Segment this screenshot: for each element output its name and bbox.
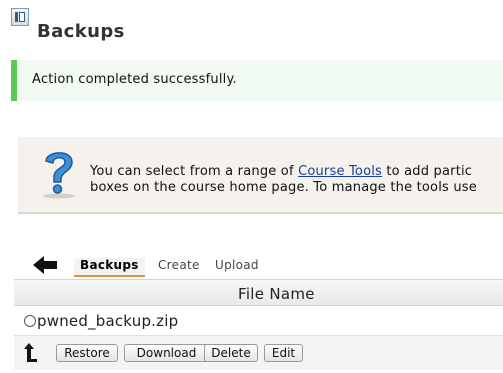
success-message: Action completed successfully. bbox=[32, 72, 237, 87]
info-text-prefix: You can select from a range of bbox=[90, 164, 299, 179]
back-arrow-icon[interactable] bbox=[32, 255, 58, 275]
row-select-radio[interactable] bbox=[24, 315, 36, 327]
sidebar-toggle-right-panel bbox=[19, 12, 25, 22]
tab-backups[interactable]: Backups bbox=[74, 258, 145, 277]
info-box: You can select from a range of Course To… bbox=[18, 137, 503, 214]
up-arrow-icon bbox=[24, 343, 37, 362]
success-notification: Action completed successfully. bbox=[11, 60, 503, 101]
download-button[interactable]: Download bbox=[124, 344, 209, 362]
restore-button[interactable]: Restore bbox=[56, 344, 118, 362]
edit-button[interactable]: Edit bbox=[264, 344, 303, 362]
question-mark-icon bbox=[43, 152, 75, 199]
info-text-suffix: to add partic bbox=[382, 164, 473, 179]
info-text-line-1: You can select from a range of Course To… bbox=[90, 164, 472, 179]
delete-button[interactable]: Delete bbox=[204, 344, 258, 362]
tab-create[interactable]: Create bbox=[152, 258, 206, 277]
info-text-line-2: boxes on the course home page. To manage… bbox=[90, 180, 477, 195]
tab-upload[interactable]: Upload bbox=[209, 258, 265, 277]
sidebar-toggle-left-bar bbox=[15, 12, 18, 22]
column-header-file-name[interactable]: File Name bbox=[238, 285, 315, 303]
page-title: Backups bbox=[37, 21, 125, 42]
sidebar-toggle-icon[interactable] bbox=[11, 8, 29, 26]
file-name-cell: pwned_backup.zip bbox=[37, 312, 179, 330]
table-row[interactable]: pwned_backup.zip bbox=[14, 306, 503, 336]
table-actions-bar: Restore Download Delete Edit bbox=[14, 336, 503, 370]
course-tools-link[interactable]: Course Tools bbox=[298, 164, 382, 179]
table-header: File Name bbox=[14, 279, 503, 306]
